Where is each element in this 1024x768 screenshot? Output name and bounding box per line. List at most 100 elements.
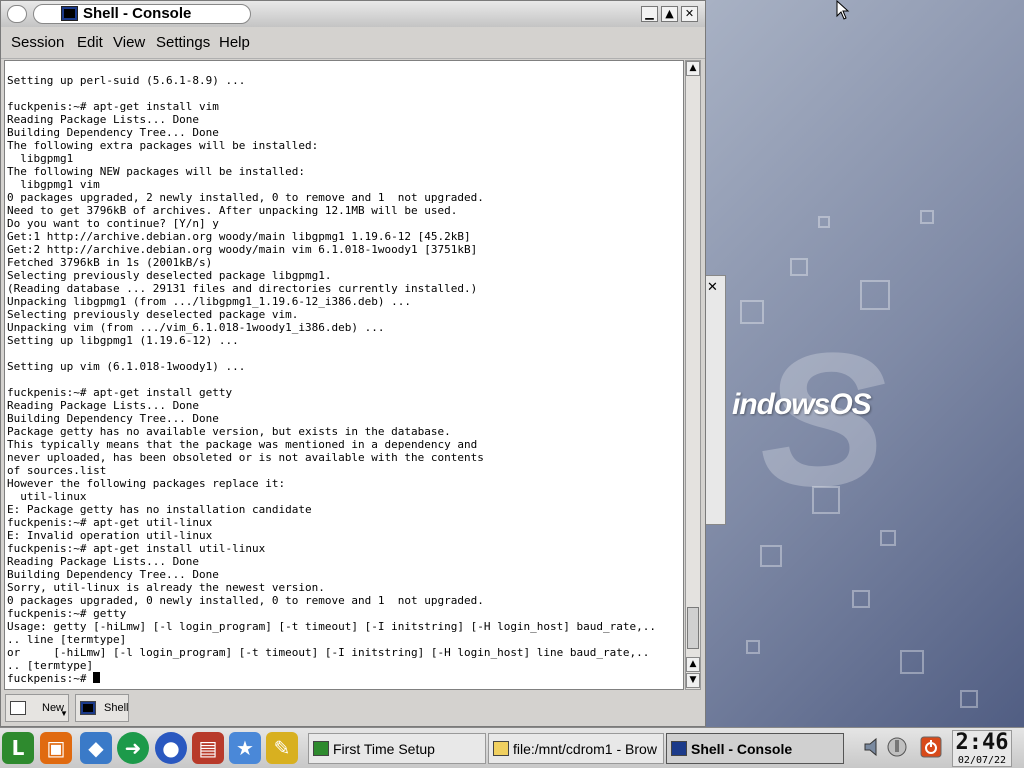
decor-square — [818, 216, 830, 228]
menu-help[interactable]: Help — [219, 34, 250, 51]
scrollbar-thumb[interactable] — [687, 607, 699, 649]
terminal-line: Building Dependency Tree... Done — [7, 126, 219, 139]
terminal-prompt: fuckpenis:~# — [7, 672, 94, 685]
decor-square — [746, 640, 760, 654]
terminal-line: 0 packages upgraded, 2 newly installed, … — [7, 191, 484, 204]
terminal-line: .. line [termtype] — [7, 633, 127, 646]
runner-icon[interactable]: ➜ — [117, 732, 149, 764]
terminal-line: Get:2 http://archive.debian.org woody/ma… — [7, 243, 478, 256]
scroll-down-button[interactable]: ▼ — [686, 673, 700, 688]
chevron-down-icon[interactable]: ▼ — [60, 709, 68, 718]
file-cabinet-icon[interactable]: ▤ — [192, 732, 224, 764]
decor-square — [880, 530, 896, 546]
scroll-up-button[interactable]: ▲ — [686, 61, 700, 76]
task-label: file:/mnt/cdrom1 - Brow — [513, 741, 657, 757]
text-cursor — [93, 672, 101, 683]
terminal-line: Building Dependency Tree... Done — [7, 412, 219, 425]
terminal-line: .. [termtype] — [7, 659, 94, 672]
terminal-line: However the following packages replace i… — [7, 477, 286, 490]
decor-square — [760, 545, 782, 567]
terminal-line: Reading Package Lists... Done — [7, 399, 200, 412]
task-first-time-setup[interactable]: First Time Setup — [308, 733, 486, 764]
task-file-browser[interactable]: file:/mnt/cdrom1 - Brow — [488, 733, 664, 764]
menu-edit[interactable]: Edit — [77, 34, 103, 51]
clock[interactable]: 2:46 02/07/22 — [952, 730, 1012, 767]
mouse-pointer-icon — [836, 0, 850, 20]
terminal-prompt-line[interactable]: fuckpenis:~# — [7, 672, 656, 685]
vertical-scrollbar[interactable]: ▲ ▲ ▼ — [685, 60, 701, 690]
running-man-icon[interactable]: ★ — [229, 732, 261, 764]
background-window-edge[interactable]: ✕ — [704, 275, 726, 525]
terminal-line: Do you want to continue? [Y/n] y — [7, 217, 219, 230]
terminal-line: Selecting previously deselected package … — [7, 269, 332, 282]
decor-square — [860, 280, 890, 310]
terminal-line: Selecting previously deselected package … — [7, 308, 299, 321]
window-menu-button[interactable] — [7, 5, 27, 23]
scroll-up-button[interactable]: ▲ — [686, 657, 700, 672]
task-label: Shell - Console — [691, 741, 793, 757]
terminal-line: of sources.list — [7, 464, 107, 477]
decor-square — [960, 690, 978, 708]
maximize-button[interactable]: ▲ — [661, 6, 678, 22]
menu-session[interactable]: Session — [11, 34, 64, 51]
tab-new-session[interactable]: New ▼ — [5, 694, 69, 722]
network-icon[interactable] — [886, 736, 908, 758]
window-titlebar[interactable]: Shell - Console ▁ ▲ ✕ — [1, 1, 705, 27]
clock-time: 2:46 — [955, 730, 1009, 755]
terminal-line: The following extra packages will be ins… — [7, 139, 319, 152]
taskbar: L ▣ ◆ ➜ ● ▤ ★ ✎ First Time Setup file:/m… — [0, 727, 1024, 768]
terminal-line: fuckpenis:~# apt-get install vim — [7, 100, 219, 113]
close-icon[interactable]: ✕ — [707, 280, 718, 295]
terminal-icon — [80, 701, 96, 715]
terminal-line: Get:1 http://archive.debian.org woody/ma… — [7, 230, 471, 243]
terminal-line: Package getty has no available version, … — [7, 425, 451, 438]
terminal-icon — [671, 741, 687, 756]
terminal-line: This typically means that the package wa… — [7, 438, 478, 451]
terminal-output: Setting up perl-suid (5.6.1-8.9) ... fuck… — [7, 74, 656, 685]
terminal-line: E: Package getty has no installation can… — [7, 503, 312, 516]
terminal-line: Sorry, util-linux is already the newest … — [7, 581, 325, 594]
power-icon[interactable] — [920, 736, 942, 758]
tab-shell[interactable]: Shell — [75, 694, 129, 722]
terminal-line: Unpacking libgpmg1 (from .../libgpmg1_1.… — [7, 295, 411, 308]
folder-icon — [493, 741, 509, 756]
menu-settings[interactable]: Settings — [156, 34, 210, 51]
menu-bar: Session Edit View Settings Help — [1, 27, 705, 59]
menu-view[interactable]: View — [113, 34, 145, 51]
terminal-line: (Reading database ... 29131 files and di… — [7, 282, 478, 295]
terminal-line: fuckpenis:~# getty — [7, 607, 127, 620]
life-vest-icon[interactable]: ▣ — [40, 732, 72, 764]
terminal-line: Setting up vim (6.1.018-1woody1) ... — [7, 360, 246, 373]
terminal-line: fuckpenis:~# apt-get install util-linux — [7, 542, 266, 555]
terminal-line: util-linux — [7, 490, 87, 503]
session-tab-bar: New ▼ Shell — [1, 690, 705, 726]
terminal-line: E: Invalid operation util-linux — [7, 529, 213, 542]
close-button[interactable]: ✕ — [681, 6, 698, 22]
terminal-line: libgpmg1 — [7, 152, 74, 165]
terminal-line: Usage: getty [-hiLmw] [-l login_program]… — [7, 620, 657, 633]
task-shell-console[interactable]: Shell - Console — [666, 733, 844, 764]
tab-label: Shell — [104, 702, 129, 714]
broom-icon[interactable]: ✎ — [266, 732, 298, 764]
terminal-line: Building Dependency Tree... Done — [7, 568, 219, 581]
task-label: First Time Setup — [333, 741, 435, 757]
terminal-line: Setting up perl-suid (5.6.1-8.9) ... — [7, 74, 246, 87]
cube-icon[interactable]: ◆ — [80, 732, 112, 764]
clock-date: 02/07/22 — [957, 755, 1007, 766]
minimize-button[interactable]: ▁ — [641, 6, 658, 22]
terminal-area[interactable]: Setting up perl-suid (5.6.1-8.9) ... fuck… — [4, 60, 684, 690]
terminal-line: or [-hiLmw] [-l login_program] [-t timeo… — [7, 646, 650, 659]
lindows-start-icon[interactable]: L — [2, 732, 34, 764]
new-document-icon — [10, 701, 26, 715]
decor-square — [790, 258, 808, 276]
terminal-line: never uploaded, has been obsoleted or is… — [7, 451, 484, 464]
globe-icon[interactable]: ● — [155, 732, 187, 764]
volume-icon[interactable] — [862, 736, 884, 758]
terminal-line: Reading Package Lists... Done — [7, 113, 200, 126]
terminal-line: Reading Package Lists... Done — [7, 555, 200, 568]
console-window: Shell - Console ▁ ▲ ✕ Session Edit View … — [0, 0, 706, 727]
terminal-line: 0 packages upgraded, 0 newly installed, … — [7, 594, 484, 607]
terminal-line: Fetched 3796kB in 1s (2001kB/s) — [7, 256, 213, 269]
